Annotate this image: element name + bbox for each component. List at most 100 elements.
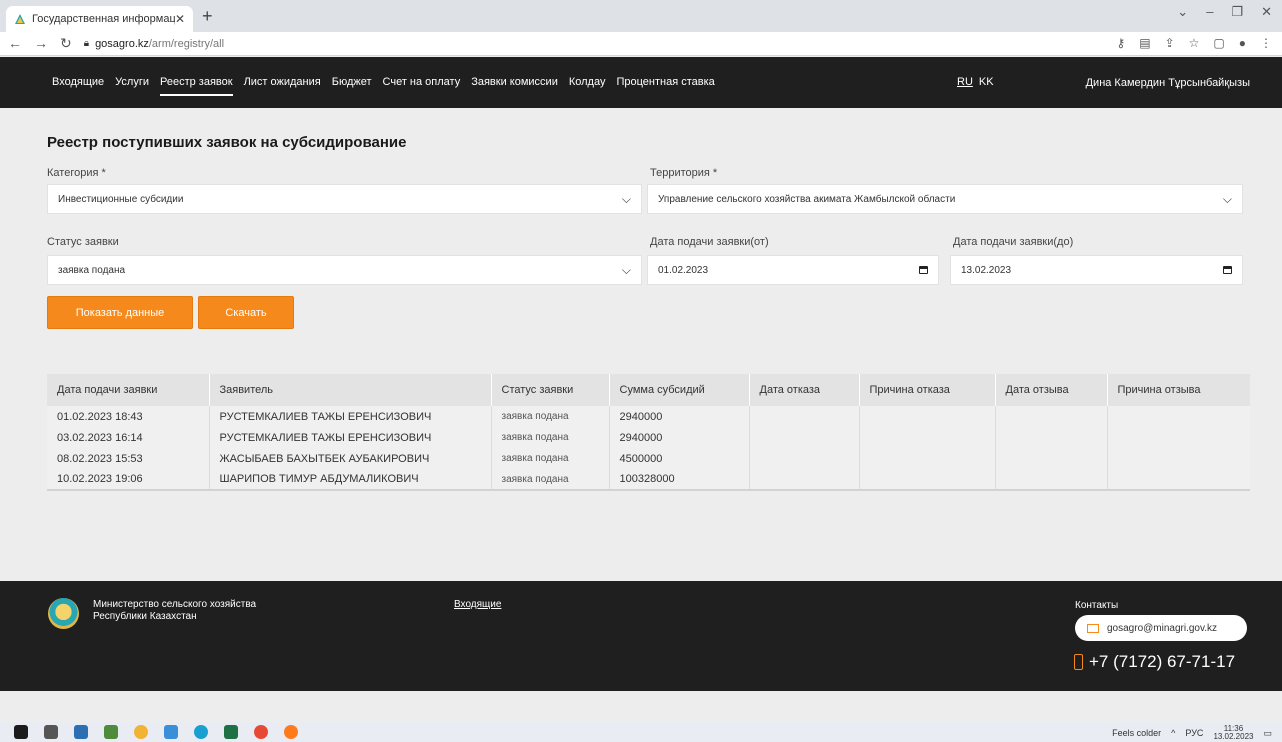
col-header-applicant[interactable]: Заявитель bbox=[209, 374, 492, 406]
date-to-input[interactable]: 13.02.2023 bbox=[950, 255, 1243, 285]
date-from-input[interactable]: 01.02.2023 bbox=[647, 255, 939, 285]
forward-icon[interactable]: → bbox=[34, 35, 48, 52]
cell-reject-reason bbox=[859, 406, 996, 427]
profile-icon[interactable]: ● bbox=[1239, 36, 1246, 50]
browser-tab[interactable]: Государственная информацион ✕ bbox=[6, 6, 193, 32]
lang-indicator[interactable]: РУС bbox=[1185, 728, 1203, 738]
menu-item-invoice[interactable]: Счет на оплату bbox=[383, 76, 461, 88]
table-row[interactable]: 10.02.2023 19:06 ШАРИПОВ ТИМУР АБДУМАЛИК… bbox=[47, 469, 1250, 491]
notifications-icon[interactable]: ▭ bbox=[1263, 728, 1272, 739]
tab-close-icon[interactable]: ✕ bbox=[175, 12, 185, 26]
os-taskbar: Feels colder ^ РУС 11:36 13.02.2023 ▭ bbox=[0, 722, 1282, 742]
browser-menu-icon[interactable]: ⋮ bbox=[1260, 36, 1272, 50]
cell-reject-date bbox=[749, 469, 860, 491]
cell-status: заявка подана bbox=[491, 406, 610, 427]
key-icon[interactable]: ⚷ bbox=[1116, 36, 1125, 50]
status-select[interactable]: заявка подана ⌵ bbox=[47, 255, 642, 285]
table-row[interactable]: 03.02.2023 16:14 РУСТЕМКАЛИЕВ ТАЖЫ ЕРЕНС… bbox=[47, 427, 1250, 448]
table-row[interactable]: 01.02.2023 18:43 РУСТЕМКАЛИЕВ ТАЖЫ ЕРЕНС… bbox=[47, 406, 1250, 427]
status-value: заявка подана bbox=[58, 264, 126, 276]
cell-reject-reason bbox=[859, 427, 996, 448]
sidebar-icon[interactable]: ▢ bbox=[1213, 36, 1224, 50]
territory-label: Территория * bbox=[650, 167, 718, 179]
applications-table: Дата подачи заявки Заявитель Статус заяв… bbox=[47, 374, 1250, 491]
col-header-amount[interactable]: Сумма субсидий bbox=[609, 374, 750, 406]
bookmark-star-icon[interactable]: ☆ bbox=[1189, 36, 1200, 50]
cell-status: заявка подана bbox=[491, 427, 610, 448]
url-path: /arm/registry/all bbox=[148, 37, 225, 50]
menu-item-commission[interactable]: Заявки комиссии bbox=[471, 76, 558, 88]
phone-contact[interactable]: +7 (7172) 67-71-17 bbox=[1074, 652, 1235, 672]
chevron-down-icon: ⌵ bbox=[621, 262, 631, 277]
firefox-icon[interactable] bbox=[284, 725, 298, 739]
ministry-line-2: Республики Казахстан bbox=[93, 611, 197, 622]
table-row[interactable]: 08.02.2023 15:53 ЖАСЫБАЕВ БАХЫТБЕК АУБАК… bbox=[47, 448, 1250, 469]
cell-status: заявка подана bbox=[491, 469, 610, 491]
cell-reject-date bbox=[749, 448, 860, 469]
col-header-withdraw-reason[interactable]: Причина отзыва bbox=[1107, 374, 1250, 406]
email-contact[interactable]: gosagro@minagri.gov.kz bbox=[1075, 615, 1247, 641]
download-button[interactable]: Скачать bbox=[198, 296, 294, 329]
show-data-button[interactable]: Показать данные bbox=[47, 296, 193, 329]
calendar-icon[interactable] bbox=[1223, 266, 1232, 274]
minimize-icon[interactable]: – bbox=[1206, 4, 1213, 20]
cell-status: заявка подана bbox=[491, 448, 610, 469]
menu-item-services[interactable]: Услуги bbox=[115, 76, 149, 88]
calendar-icon[interactable] bbox=[919, 266, 928, 274]
language-switcher: RU KK bbox=[957, 76, 994, 88]
lang-ru[interactable]: RU bbox=[957, 76, 973, 88]
clock[interactable]: 11:36 13.02.2023 bbox=[1213, 725, 1253, 741]
user-name[interactable]: Дина Камердин Тұрсынбайқызы bbox=[1086, 77, 1250, 89]
status-label: Статус заявки bbox=[47, 236, 119, 248]
ministry-line-1: Министерство сельского хозяйства bbox=[93, 599, 257, 610]
ministry-name: Министерство сельского хозяйства Республ… bbox=[93, 599, 256, 623]
app-icon[interactable] bbox=[164, 725, 178, 739]
system-tray: Feels colder ^ РУС 11:36 13.02.2023 ▭ bbox=[1112, 725, 1272, 741]
chrome-icon[interactable] bbox=[254, 725, 268, 739]
app-icon[interactable] bbox=[134, 725, 148, 739]
menu-item-interest-rate[interactable]: Процентная ставка bbox=[616, 76, 714, 88]
mail-app-icon[interactable] bbox=[74, 725, 88, 739]
col-header-submit-date[interactable]: Дата подачи заявки bbox=[47, 374, 210, 406]
category-value: Инвестиционные субсидии bbox=[58, 193, 184, 205]
address-bar: ← → ↻ 🔒︎ gosagro.kz/arm/registry/all ⚷ ▤… bbox=[0, 32, 1282, 56]
menu-item-incoming[interactable]: Входящие bbox=[52, 76, 104, 88]
menu-item-registry[interactable]: Реестр заявок bbox=[159, 76, 233, 96]
email-text: gosagro@minagri.gov.kz bbox=[1107, 622, 1218, 634]
task-view-icon[interactable] bbox=[44, 725, 58, 739]
lang-kk[interactable]: KK bbox=[979, 76, 994, 88]
excel-icon[interactable] bbox=[224, 725, 238, 739]
page-title: Реестр поступивших заявок на субсидирова… bbox=[47, 134, 407, 151]
restore-icon[interactable]: ❐ bbox=[1231, 4, 1243, 20]
back-icon[interactable]: ← bbox=[8, 35, 22, 52]
cell-amount: 4500000 bbox=[609, 448, 750, 469]
new-tab-icon[interactable]: + bbox=[202, 6, 213, 26]
site-footer: Министерство сельского хозяйства Республ… bbox=[0, 581, 1282, 691]
col-header-withdraw-date[interactable]: Дата отзыва bbox=[995, 374, 1108, 406]
edge-icon[interactable] bbox=[194, 725, 208, 739]
url-field[interactable]: 🔒︎ gosagro.kz/arm/registry/all bbox=[84, 38, 224, 50]
date-to-value: 13.02.2023 bbox=[961, 264, 1012, 276]
windows-start-icon[interactable] bbox=[14, 725, 28, 739]
tray-up-icon[interactable]: ^ bbox=[1171, 728, 1175, 738]
translate-icon[interactable]: ▤ bbox=[1139, 36, 1150, 50]
menu-item-budget[interactable]: Бюджет bbox=[332, 76, 372, 88]
cell-submit-date: 01.02.2023 18:43 bbox=[47, 406, 210, 427]
menu-item-koldau[interactable]: Колдау bbox=[569, 76, 606, 88]
menu-item-waiting-list[interactable]: Лист ожидания bbox=[244, 76, 321, 88]
files-app-icon[interactable] bbox=[104, 725, 118, 739]
col-header-reject-date[interactable]: Дата отказа bbox=[749, 374, 860, 406]
weather-text[interactable]: Feels colder bbox=[1112, 728, 1161, 738]
close-window-icon[interactable]: ✕ bbox=[1261, 4, 1272, 20]
share-icon[interactable]: ⇪ bbox=[1165, 36, 1175, 50]
footer-link-incoming[interactable]: Входящие bbox=[454, 599, 501, 610]
col-header-status[interactable]: Статус заявки bbox=[491, 374, 610, 406]
reload-icon[interactable]: ↻ bbox=[60, 35, 72, 52]
cell-submit-date: 10.02.2023 19:06 bbox=[47, 469, 210, 491]
cell-withdraw-date bbox=[995, 406, 1108, 427]
col-header-reject-reason[interactable]: Причина отказа bbox=[859, 374, 996, 406]
territory-select[interactable]: Управление сельского хозяйства акимата Ж… bbox=[647, 184, 1243, 214]
tab-search-icon[interactable]: ⌄ bbox=[1177, 4, 1188, 20]
category-select[interactable]: Инвестиционные субсидии ⌵ bbox=[47, 184, 642, 214]
cell-amount: 2940000 bbox=[609, 406, 750, 427]
